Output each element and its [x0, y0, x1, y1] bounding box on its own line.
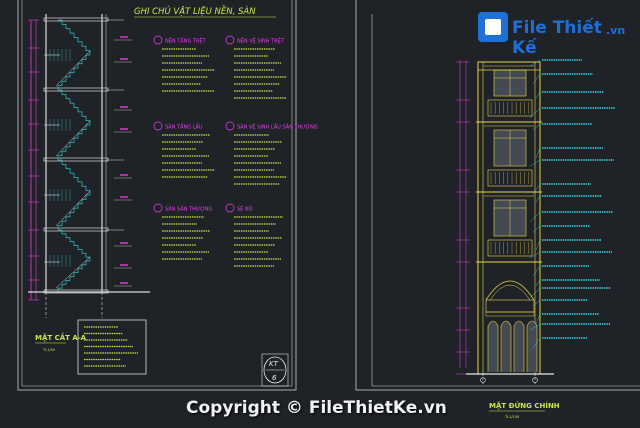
ground-door-leaf [500, 320, 512, 372]
stair-flight-lower [57, 54, 90, 90]
leader-line [532, 183, 541, 195]
notes-title: GHI CHÚ VẬT LIỆU NỀN, SÀN [134, 5, 256, 17]
stair-flight-upper [58, 159, 91, 195]
ground-lintel [485, 311, 535, 317]
right-sheet: MẶT ĐỨNG CHÍNH TL1/100 [355, 0, 640, 419]
note-number-circle [225, 35, 235, 45]
ground-arch [485, 280, 535, 301]
facade-dimension-ticks [456, 61, 470, 375]
section-stairs [49, 19, 91, 292]
leader-line [535, 239, 541, 251]
stair-flight-lower [57, 194, 90, 230]
logo-suffix: .vn [606, 24, 626, 37]
cad-drawing-canvas: GHI CHÚ VẬT LIỆU NỀN, SÀN NỀN TẦNG TRỆT N… [17, 0, 640, 419]
sheet-number: KT [269, 360, 279, 368]
right-dimension-labels [114, 36, 132, 287]
leader-line [535, 147, 541, 159]
leader-line [532, 225, 541, 233]
note-heading: NỀN TẦNG TRỆT [165, 37, 207, 45]
note-number-circle [153, 35, 163, 45]
elevation-title: MẶT ĐỨNG CHÍNH [489, 401, 560, 410]
site-logo[interactable]: File Thiết Kế .vn [478, 10, 628, 58]
stair-flight-upper [58, 19, 91, 55]
leader-line [535, 313, 541, 325]
sheet-index: 6 [272, 374, 277, 382]
balcony-railing [487, 99, 533, 117]
section-aa-drawing [28, 14, 150, 318]
section-title: MẶT CẮT A-A [35, 332, 87, 342]
facade-leader-notes [529, 59, 615, 349]
note-number-circle [153, 121, 163, 131]
stair-flight-upper [58, 89, 91, 125]
note-heading: SÀN VỆ SINH LẦU SÂN THƯỢNG [237, 123, 318, 131]
stair-flight-lower [57, 260, 90, 292]
note-number-circle [225, 203, 235, 213]
left-sheet: GHI CHÚ VẬT LIỆU NỀN, SÀN NỀN TẦNG TRỆT N… [17, 0, 318, 391]
stair-handrail [55, 256, 91, 289]
floor-slab [43, 157, 109, 162]
legend-lines [84, 326, 138, 367]
floor-slab [43, 227, 109, 232]
stair-handrail [55, 50, 91, 87]
leader-line [535, 279, 541, 287]
balcony-railing [487, 239, 533, 257]
copyright-watermark: Copyright © FileThietKe.vn [186, 398, 447, 418]
balcony-railing [487, 169, 533, 187]
stair-handrail [55, 190, 91, 227]
note-number-circle [153, 203, 163, 213]
leader-line [532, 123, 541, 131]
note-heading: SÀN TẦNG LẦU [165, 123, 203, 131]
facade-elevation [466, 61, 554, 384]
material-notes: NỀN TẦNG TRỆT NỀN VỆ SINH TRỆT SÀN TẦNG LẦ… [153, 35, 318, 267]
leader-line [535, 91, 541, 99]
floor-slab [43, 87, 109, 92]
leader-line [535, 195, 541, 203]
dimension-ticks [28, 19, 39, 301]
ground-door-leaf [513, 320, 525, 372]
note-heading: SÂN SÂN THƯỢNG [165, 206, 212, 213]
note-number-circle [225, 121, 235, 131]
note-heading: SÊ NÔ [237, 205, 253, 213]
note-heading: NỀN VỆ SINH TRỆT [237, 37, 285, 45]
floor-slab [43, 17, 109, 22]
ground-transom [485, 299, 535, 313]
stair-handrail [55, 120, 91, 157]
logo-icon [478, 12, 508, 42]
section-scale: TL1/50 [42, 348, 55, 352]
stair-flight-upper [58, 229, 91, 261]
leader-line [532, 265, 541, 277]
ground-door-leaf [487, 320, 499, 372]
stair-flight-lower [57, 124, 90, 160]
leader-line [532, 73, 541, 85]
elevation-scale: TL1/100 [504, 415, 519, 419]
